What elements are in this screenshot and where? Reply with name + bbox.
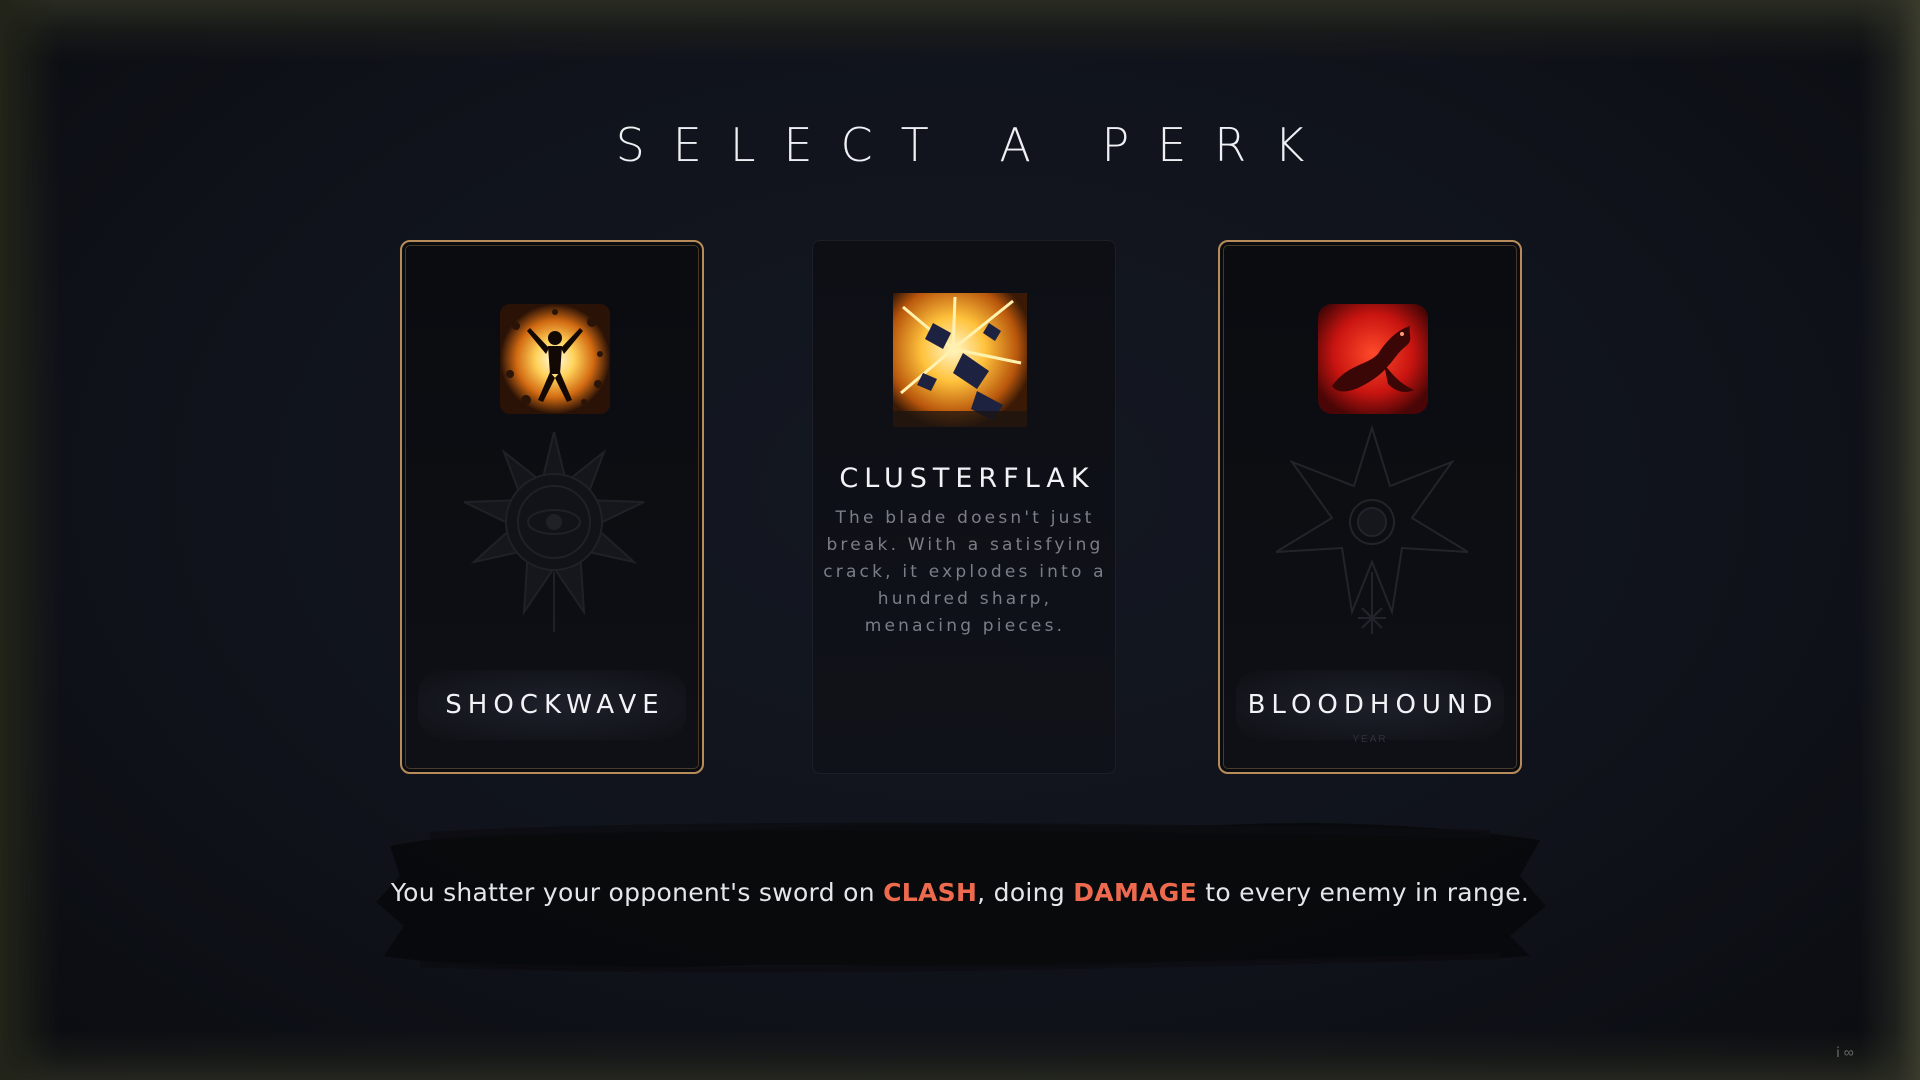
screen-title: SELECT A PERK: [615, 118, 1333, 172]
frame-edge-top: [0, 0, 1920, 60]
keyword-damage: DAMAGE: [1073, 878, 1197, 907]
keyword-clash: CLASH: [883, 878, 978, 907]
description-text: , doing: [977, 878, 1074, 907]
corner-indicator-icon: ⅰ ∞: [1836, 1044, 1854, 1060]
shockwave-icon: [500, 304, 610, 414]
perk-card-clusterflak[interactable]: CLUSTERFLAK The blade doesn't just break…: [812, 240, 1116, 774]
perk-name: BLOODHOUND: [1247, 690, 1499, 720]
perk-flavor-text: The blade doesn't just break. With a sat…: [823, 508, 1107, 636]
perk-effect-description: You shatter your opponent's sword on CLA…: [0, 878, 1920, 907]
perk-card-shockwave[interactable]: SHOCKWAVE: [400, 240, 704, 774]
sun-eye-emblem-icon: [454, 422, 654, 642]
perk-card-bloodhound[interactable]: BLOODHOUND YEAR: [1218, 240, 1522, 774]
description-text: You shatter your opponent's sword on: [390, 878, 884, 907]
perk-select-screen: SELECT A PERK SHOCKWAVE CLUSTERFLAK The …: [0, 0, 1920, 1080]
frame-edge-bottom: [0, 1030, 1920, 1080]
perk-subline: YEAR: [1352, 734, 1388, 745]
description-text: to every enemy in range.: [1196, 878, 1530, 907]
perk-name: CLUSTERFLAK: [839, 463, 1095, 494]
clusterflak-icon: [893, 293, 1027, 427]
star-emblem-icon: [1272, 422, 1472, 642]
bloodhound-icon: [1318, 304, 1428, 414]
perk-name: SHOCKWAVE: [445, 690, 665, 720]
